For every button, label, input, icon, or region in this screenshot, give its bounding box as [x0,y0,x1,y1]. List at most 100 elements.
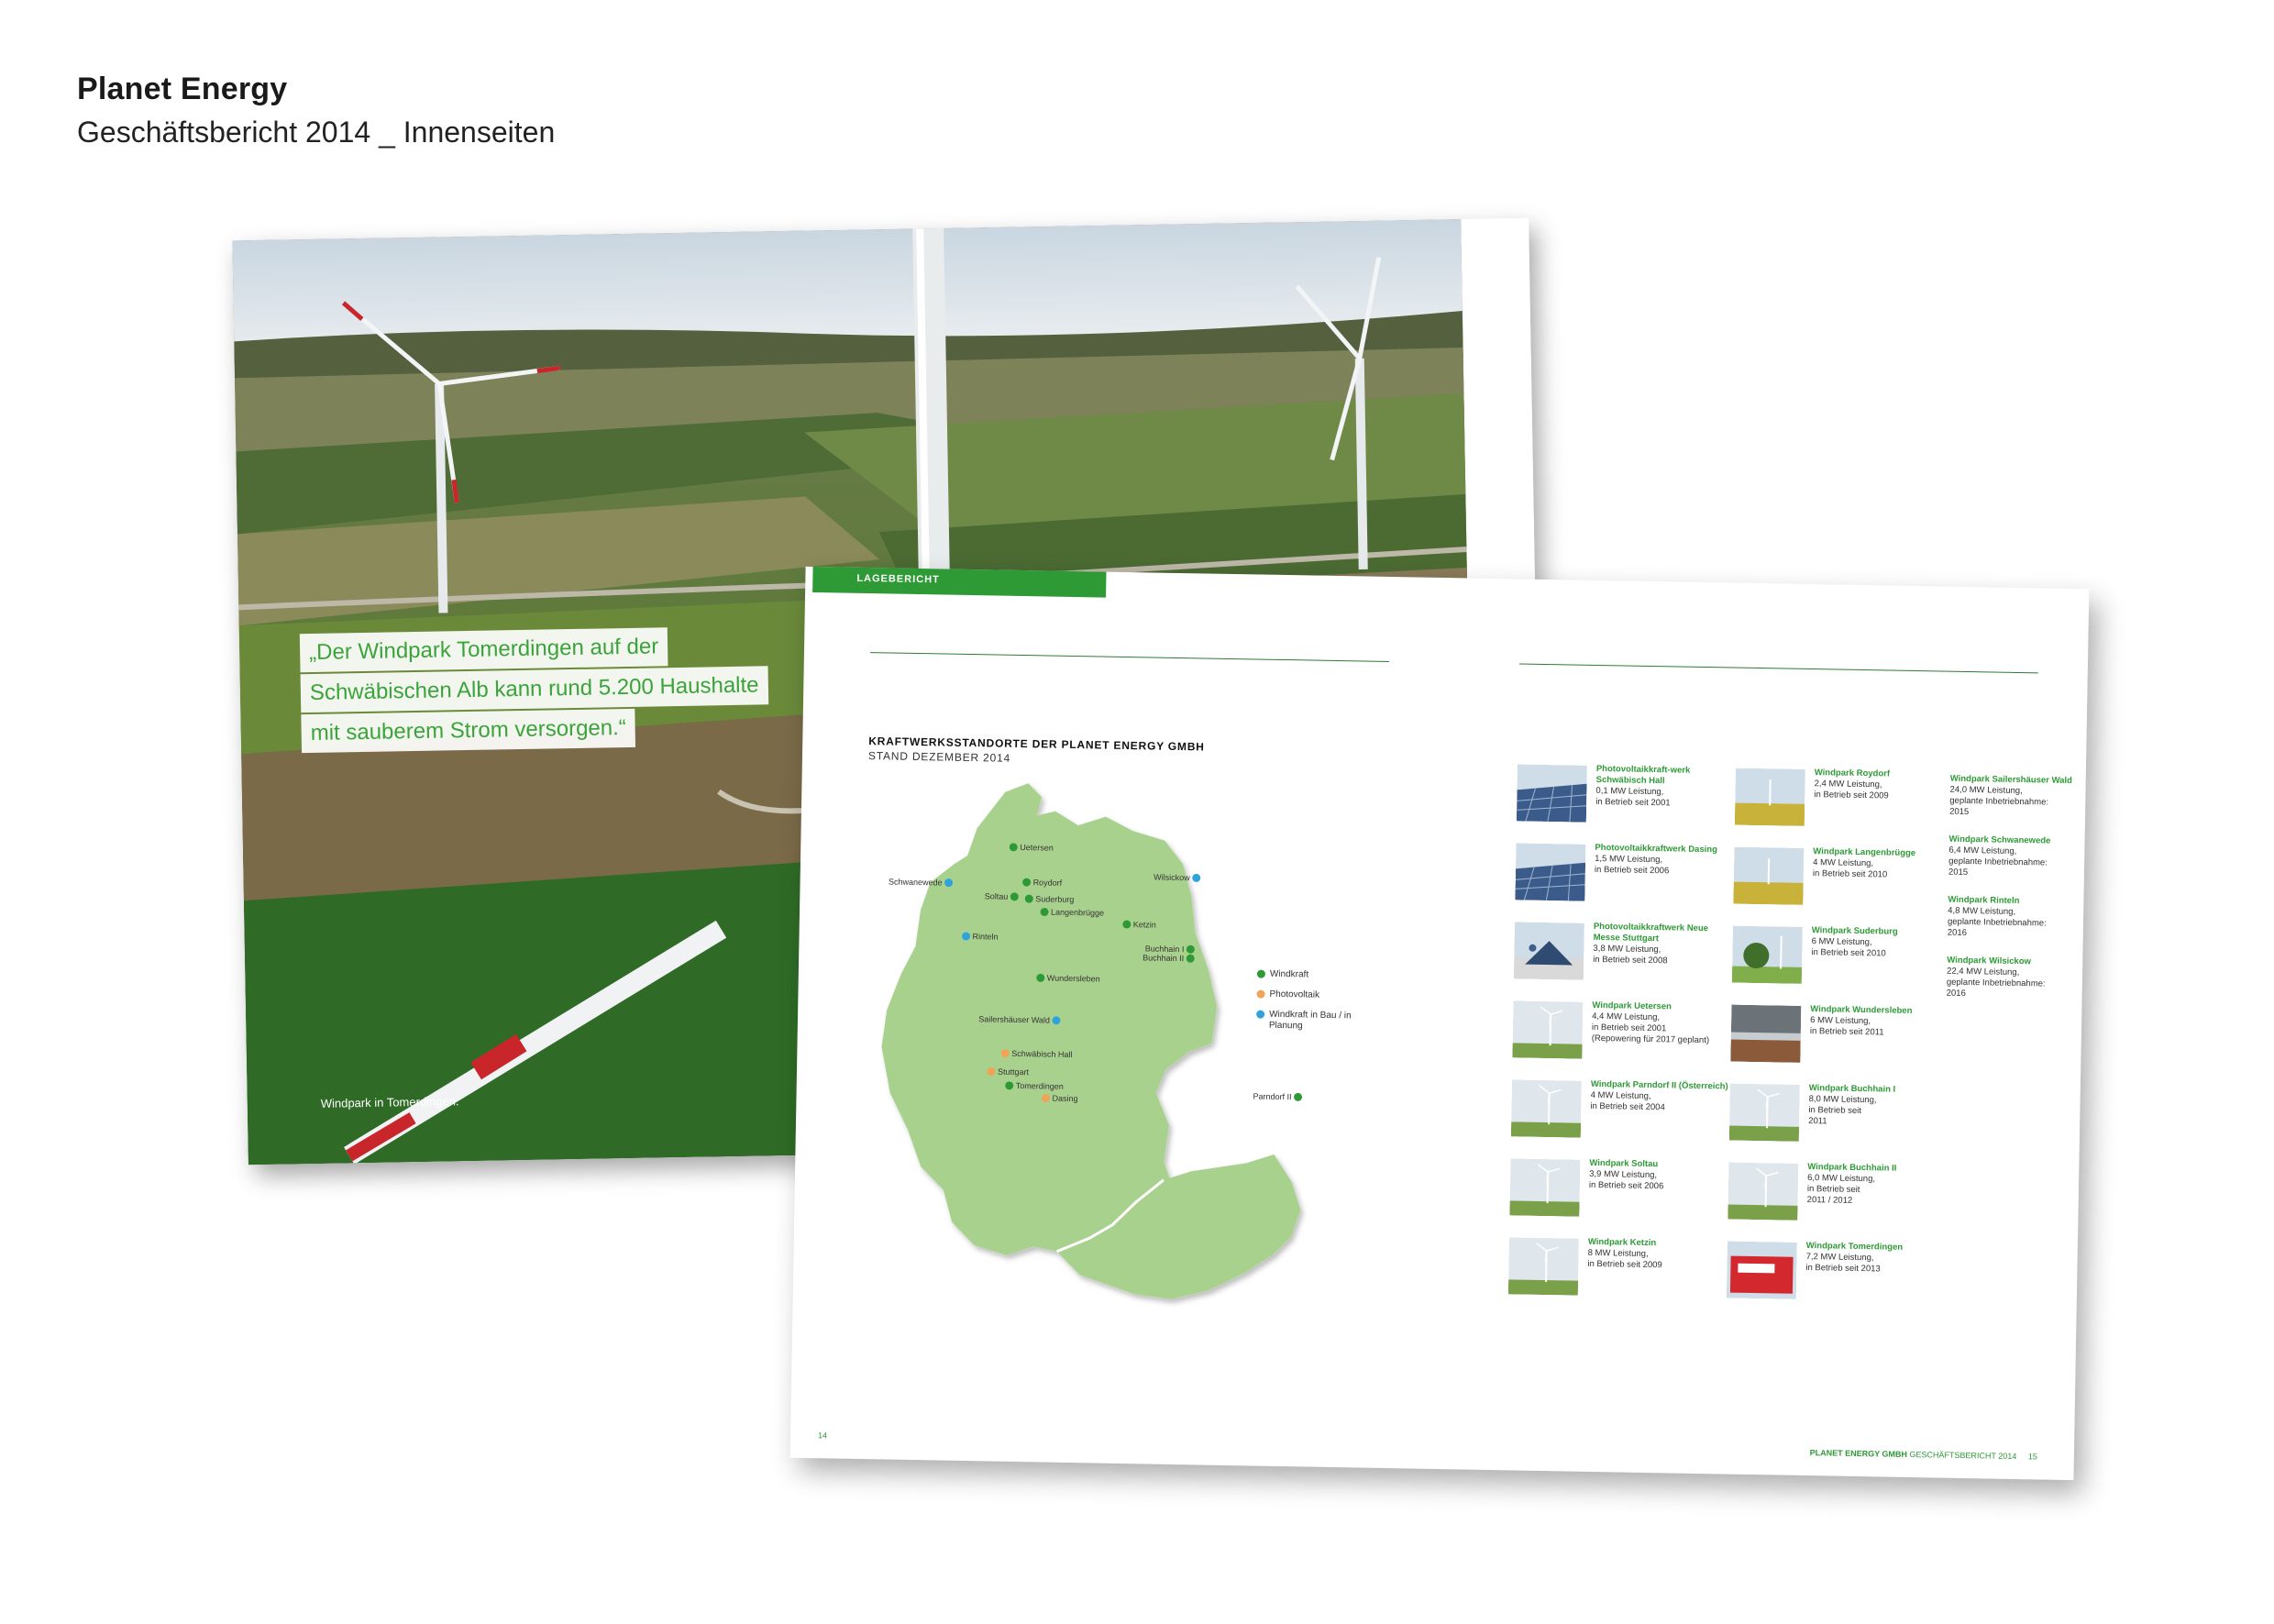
map-label: Suderburg [1035,894,1074,904]
plant-entry: Photovoltaikkraftwerk Dasing 1,5 MW Leist… [1515,841,1745,909]
quote-line-2: Schwäbischen Alb kann rund 5.200 Haushal… [300,666,768,713]
map-marker-wilsickow [1192,873,1201,882]
photo-caption: Windpark in Tomerdingen. [320,1094,459,1110]
plant-detail: 3,9 MW Leistung, in Betrieb seit 2006 [1588,1168,1664,1192]
plant-text: Windpark Langenbrügge 4 MW Leistung, in B… [1813,846,1951,882]
page-number-left: 14 [817,1431,828,1441]
section-tab: LAGEBERICHT [812,566,1107,598]
plant-name: Photovoltaikkraftwerk Neue Messe Stuttga… [1593,921,1709,945]
plant-detail: 4,8 MW Leistung, geplante Inbetriebnahme… [1947,905,2047,939]
pull-quote: „Der Windpark Tomerdingen auf der Schwäb… [299,625,769,755]
header-subtitle: Geschäftsbericht 2014 _ Innenseiten [77,116,556,149]
footer-brand: PLANET ENERGY GMBH [1809,1448,1908,1459]
plant-text: Windpark Roydorf 2,4 MW Leistung, in Betr… [1814,768,1952,803]
plant-entry: Windpark Roydorf 2,4 MW Leistung, in Betr… [1734,767,1965,834]
planned-plant-entry: Windpark Schwanewede 6,4 MW Leistung, gep… [1948,834,2078,880]
plant-thumbnail [1734,768,1805,826]
plant-detail: 3,8 MW Leistung, in Betrieb seit 2008 [1593,943,1668,967]
plant-entry: Windpark Ketzin 8 MW Leistung, in Betrieb… [1507,1235,1739,1303]
plant-entry: Windpark Tomerdingen 7,2 MW Leistung, in … [1726,1240,1957,1308]
legend-dot-planned [1256,1010,1265,1019]
plant-thumbnail [1513,922,1584,980]
map-label: Wilsickow [1154,873,1190,883]
plant-thumbnail [1730,1004,1802,1063]
plant-entry: Windpark Buchhain II 6,0 MW Leistung, in … [1728,1161,1958,1229]
plant-detail: 6,4 MW Leistung, geplante Inbetriebnahme… [1948,845,2048,878]
plant-text: Photovoltaikkraftwerk Dasing 1,5 MW Leist… [1595,843,1733,878]
plant-thumbnail [1507,1237,1579,1296]
plant-thumbnail [1515,843,1586,901]
map-label: Roydorf [1033,878,1063,888]
plant-thumbnail [1728,1162,1799,1221]
plant-thumbnail [1728,1083,1800,1142]
plant-detail: 1,5 MW Leistung, in Betrieb seit 2006 [1594,853,1670,877]
map-label: Dasing [1052,1094,1077,1103]
header-title: Planet Energy [77,72,288,106]
plant-text: Windpark Buchhain II 6,0 MW Leistung, in … [1807,1162,1946,1209]
planned-plant-entry: Windpark Rinteln 4,8 MW Leistung, geplant… [1948,895,2077,941]
legend-wind: Windkraft [1256,969,1352,991]
map-label: Soltau [985,891,1009,900]
legend-dot-wind [1256,969,1265,978]
planned-plant-entry: Windpark Wilsickow 22,4 MW Leistung, gepl… [1947,956,2076,1001]
map-label: Stuttgart [998,1067,1030,1077]
map-label: Parndorf II [1253,1091,1291,1101]
plant-detail: 4 MW Leistung, in Betrieb seit 2010 [1812,857,1888,880]
legend-planned: Windkraft in Bau / in Planung [1256,1010,1352,1031]
legend-solar: Photovoltaik [1256,989,1352,1011]
plant-entry: Windpark Buchhain I 8,0 MW Leistung, in B… [1728,1082,1959,1150]
map-subtitle: STAND DEZEMBER 2014 [867,749,1011,765]
plant-text: Windpark Ketzin 8 MW Leistung, in Betrieb… [1587,1237,1726,1273]
plant-text: Photovoltaikkraft-werk Schwäbisch Hall 0,… [1595,764,1734,811]
plant-entry: Windpark Suderburg 6 MW Leistung, in Betr… [1731,924,1962,992]
plant-text: Windpark Parndorf II (Österreich) 4 MW Le… [1590,1079,1728,1115]
footer-report: GESCHÄFTSBERICHT 2014 [1909,1450,2017,1462]
map-marker-parndorf-ii [1294,1092,1303,1101]
plant-entry: Windpark Langenbrügge 4 MW Leistung, in B… [1733,845,1963,913]
map-label: Schwäbisch Hall [1011,1049,1072,1059]
site-map: Uetersen Schwanewede Roydorf Soltau Suderbur… [881,783,1303,1299]
plant-detail: 6 MW Leistung, in Betrieb seit 2010 [1811,936,1886,959]
plant-detail: 8,0 MW Leistung, in Betrieb seit 2011 [1808,1094,1877,1127]
plant-thumbnail [1733,846,1805,905]
map-label: Schwanewede [889,877,943,887]
plant-thumbnail [1731,925,1803,984]
plant-text: Windpark Wundersleben 6 MW Leistung, in B… [1810,1004,1948,1040]
plant-name: Photovoltaikkraft-werk Schwäbisch Hall [1595,763,1691,787]
plant-detail: 0,1 MW Leistung, in Betrieb seit 2001 [1595,785,1671,809]
plant-text: Windpark Uetersen 4,4 MW Leistung, in Bet… [1592,1000,1730,1047]
plant-detail: 6 MW Leistung, in Betrieb seit 2011 [1809,1015,1884,1038]
plant-entry: Windpark Parndorf II (Österreich) 4 MW Le… [1510,1077,1741,1145]
plant-text: Windpark Tomerdingen 7,2 MW Leistung, in … [1805,1241,1944,1276]
plant-detail: 7,2 MW Leistung, in Betrieb seit 2013 [1805,1252,1881,1275]
plant-thumbnail [1512,1000,1584,1059]
page-number-right: 15 [2027,1452,2037,1462]
map-label: Langenbrügge [1051,908,1104,918]
plant-thumbnail [1510,1079,1582,1138]
plant-entry: Windpark Wundersleben 6 MW Leistung, in B… [1730,1003,1960,1071]
map-label: Rinteln [972,932,998,941]
plant-text: Windpark Buchhain I 8,0 MW Leistung, in B… [1808,1083,1947,1130]
page-footer: PLANET ENERGY GMBH GESCHÄFTSBERICHT 2014… [1810,1448,2037,1461]
map-label: Buchhain II [1143,953,1184,963]
rule-left [869,652,1389,662]
map-label: Tomerdingen [1016,1081,1064,1091]
plant-thumbnail [1516,764,1587,823]
plant-text: Windpark Suderburg 6 MW Leistung, in Betr… [1811,925,1949,961]
plant-thumbnail [1509,1158,1581,1217]
rule-right [1518,663,2038,674]
quote-line-1: „Der Windpark Tomerdingen auf der [299,627,668,673]
plant-detail: 2,4 MW Leistung, in Betrieb seit 2009 [1814,779,1889,801]
plant-text: Photovoltaikkraftwerk Neue Messe Stuttga… [1593,922,1731,968]
plant-entry: Photovoltaikkraft-werk Schwäbisch Hall 0,… [1516,762,1747,830]
plant-detail: 6,0 MW Leistung, in Betrieb seit 2011 / … [1806,1173,1876,1206]
plant-entry: Windpark Uetersen 4,4 MW Leistung, in Bet… [1512,999,1742,1066]
right-page: LAGEBERICHT KRAFTWERKSSTANDORTE DER PLAN… [789,566,2090,1481]
plant-detail: 4 MW Leistung, in Betrieb seit 2004 [1590,1089,1665,1113]
map-legend: Windkraft Photovoltaik Windkraft in Bau … [1256,969,1352,1031]
plant-entry: Windpark Soltau 3,9 MW Leistung, in Betri… [1509,1156,1739,1224]
map-label: Uetersen [1020,843,1054,853]
planned-plant-entry: Windpark Sailershäuser Wald 24,0 MW Leist… [1949,774,2079,820]
plant-thumbnail [1726,1241,1797,1299]
map-label: Sailershäuser Wald [978,1014,1050,1024]
